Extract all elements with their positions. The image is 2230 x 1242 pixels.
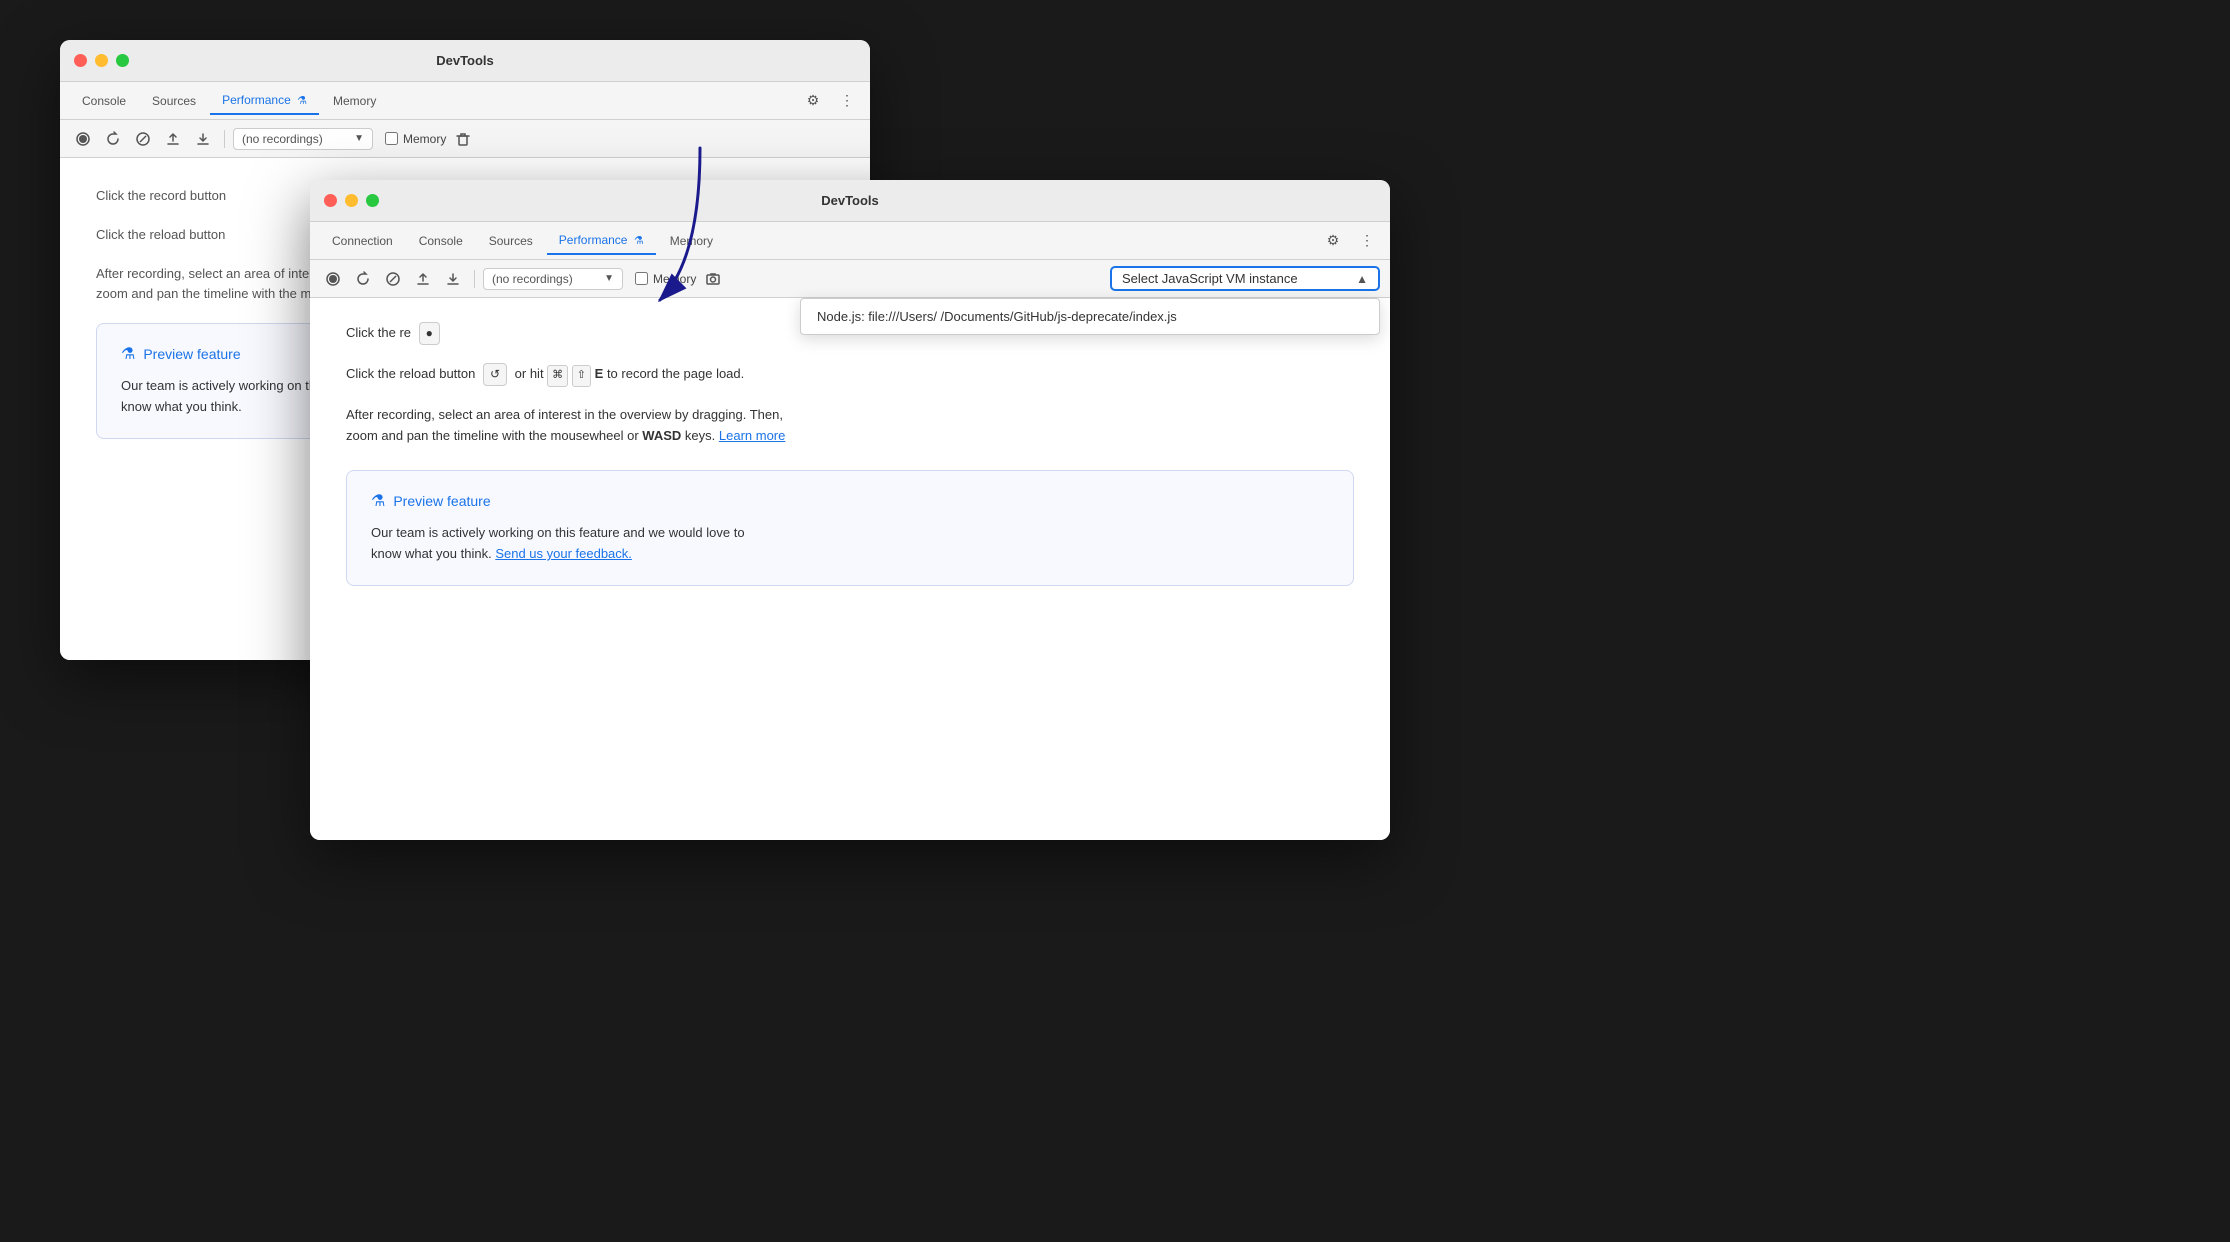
vm-selector-arrow: ▲ xyxy=(1356,272,1368,286)
traffic-light-yellow-front[interactable] xyxy=(345,194,358,207)
memory-check-input-back[interactable] xyxy=(385,132,398,145)
traffic-lights-front xyxy=(324,194,379,207)
toolbar-back: (no recordings) ▼ Memory xyxy=(60,120,870,158)
upload-btn-back[interactable] xyxy=(160,126,186,152)
dropdown-arrow-front: ▼ xyxy=(604,273,614,284)
dropdown-arrow-back: ▼ xyxy=(354,133,364,144)
flask-icon-back: ⚗ xyxy=(121,344,135,364)
record-btn-front[interactable] xyxy=(320,266,346,292)
send-feedback-link[interactable]: Send us your feedback. xyxy=(495,546,632,561)
separator-front xyxy=(474,270,475,288)
reload-btn-front[interactable] xyxy=(350,266,376,292)
tab-console-front[interactable]: Console xyxy=(407,228,475,254)
toolbar-front: (no recordings) ▼ Memory Select JavaScri… xyxy=(310,260,1390,298)
traffic-light-green-front[interactable] xyxy=(366,194,379,207)
tab-sources-back[interactable]: Sources xyxy=(140,88,208,114)
traffic-light-red[interactable] xyxy=(74,54,87,67)
vm-dropdown-item[interactable]: Node.js: file:///Users/ /Documents/GitHu… xyxy=(801,299,1379,334)
capture-btn-front[interactable] xyxy=(700,266,726,292)
toolbar-right-front: Select JavaScript VM instance ▲ xyxy=(1110,266,1380,291)
tab-connection-front[interactable]: Connection xyxy=(320,228,405,254)
vm-dropdown: Node.js: file:///Users/ /Documents/GitHu… xyxy=(800,298,1380,335)
upload-btn-front[interactable] xyxy=(410,266,436,292)
titlebar-back: DevTools xyxy=(60,40,870,82)
preview-title-front: ⚗ Preview feature xyxy=(371,491,1329,511)
tab-performance-front[interactable]: Performance ⚗ xyxy=(547,227,656,255)
instruction-reload-front: Click the reload button ↺ or hit ⌘ ⇧ E t… xyxy=(346,363,1354,387)
traffic-lights-back xyxy=(74,54,129,67)
performance-icon-front: ⚗ xyxy=(634,234,644,247)
memory-checkbox-back[interactable]: Memory xyxy=(385,132,446,146)
recordings-dropdown-front[interactable]: (no recordings) ▼ xyxy=(483,268,623,290)
devtools-window-front: DevTools Connection Console Sources Perf… xyxy=(310,180,1390,840)
instruction-wasd-front: After recording, select an area of inter… xyxy=(346,405,1354,447)
tabs-actions-back: ⚙ ⋮ xyxy=(800,88,860,114)
window-front-title: DevTools xyxy=(821,193,879,208)
tab-console-back[interactable]: Console xyxy=(70,88,138,114)
performance-icon-back: ⚗ xyxy=(297,94,307,107)
settings-btn-back[interactable]: ⚙ xyxy=(800,88,826,114)
recordings-dropdown-back[interactable]: (no recordings) ▼ xyxy=(233,128,373,150)
traffic-light-yellow[interactable] xyxy=(95,54,108,67)
flask-icon-front: ⚗ xyxy=(371,491,385,511)
main-content-front: Click the re ● Click the reload button ↺… xyxy=(310,298,1390,840)
separator-back xyxy=(224,130,225,148)
clear-btn-back[interactable] xyxy=(130,126,156,152)
more-btn-front[interactable]: ⋮ xyxy=(1354,228,1380,254)
download-btn-back[interactable] xyxy=(190,126,216,152)
tab-memory-front[interactable]: Memory xyxy=(658,228,725,254)
reload-btn-back[interactable] xyxy=(100,126,126,152)
settings-btn-front[interactable]: ⚙ xyxy=(1320,228,1346,254)
tab-sources-front[interactable]: Sources xyxy=(477,228,545,254)
titlebar-front: DevTools xyxy=(310,180,1390,222)
record-btn-back[interactable] xyxy=(70,126,96,152)
tab-performance-back[interactable]: Performance ⚗ xyxy=(210,87,319,115)
memory-check-input-front[interactable] xyxy=(635,272,648,285)
preview-body-front: Our team is actively working on this fea… xyxy=(371,523,1329,565)
shift-kbd: ⇧ xyxy=(572,365,591,387)
tabs-bar-front: Connection Console Sources Performance ⚗… xyxy=(310,222,1390,260)
clear-btn-front[interactable] xyxy=(380,266,406,292)
memory-checkbox-front[interactable]: Memory xyxy=(635,272,696,286)
more-btn-back[interactable]: ⋮ xyxy=(834,88,860,114)
vm-selector-btn[interactable]: Select JavaScript VM instance ▲ xyxy=(1110,266,1380,291)
cmd-kbd: ⌘ xyxy=(547,365,568,387)
window-back-title: DevTools xyxy=(436,53,494,68)
preview-box-front: ⚗ Preview feature Our team is actively w… xyxy=(346,470,1354,586)
reload-kbd: ↺ xyxy=(483,363,507,386)
record-kbd: ● xyxy=(419,322,440,345)
traffic-light-red-front[interactable] xyxy=(324,194,337,207)
trash-btn-back[interactable] xyxy=(450,126,476,152)
tabs-actions-front: ⚙ ⋮ xyxy=(1320,228,1380,254)
traffic-light-green[interactable] xyxy=(116,54,129,67)
download-btn-front[interactable] xyxy=(440,266,466,292)
learn-more-link[interactable]: Learn more xyxy=(719,428,785,443)
tab-memory-back[interactable]: Memory xyxy=(321,88,388,114)
tabs-bar-back: Console Sources Performance ⚗ Memory ⚙ ⋮ xyxy=(60,82,870,120)
